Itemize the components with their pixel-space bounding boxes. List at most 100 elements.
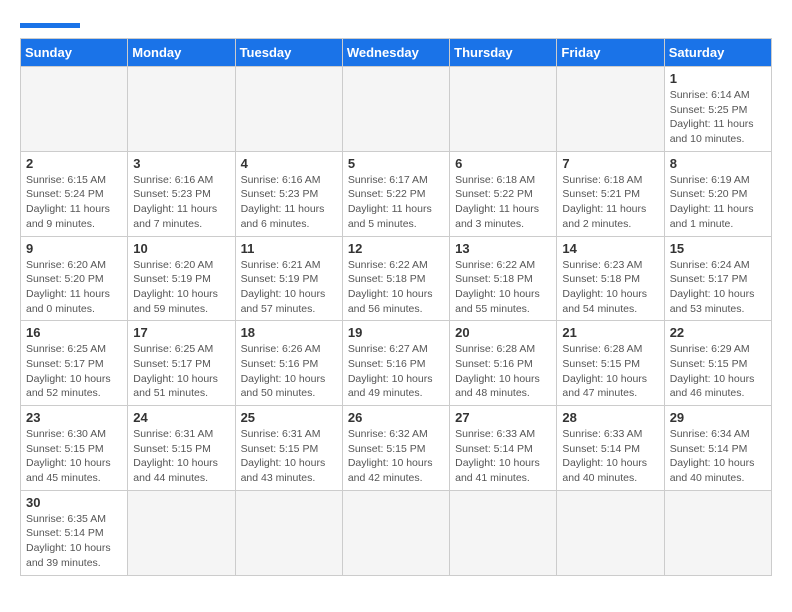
calendar-cell: 5Sunrise: 6:17 AM Sunset: 5:22 PM Daylig… — [342, 151, 449, 236]
calendar-cell — [128, 67, 235, 152]
day-number: 30 — [26, 495, 122, 510]
day-number: 19 — [348, 325, 444, 340]
calendar-cell: 18 Sunrise: 6:26 AM Sunset: 5:16 PM Dayli… — [235, 321, 342, 406]
week-row-6: 30 Sunrise: 6:35 AM Sunset: 5:14 PM Dayli… — [21, 490, 772, 575]
calendar-cell — [342, 67, 449, 152]
day-info: Sunrise: 6:30 AM Sunset: 5:15 PM Dayligh… — [26, 427, 122, 486]
logo — [20, 20, 80, 28]
day-number: 15 — [670, 241, 766, 256]
day-number: 14 — [562, 241, 658, 256]
weekday-header-sunday: Sunday — [21, 39, 128, 67]
calendar-table: SundayMondayTuesdayWednesdayThursdayFrid… — [20, 38, 772, 576]
calendar-cell — [450, 67, 557, 152]
day-info: Sunrise: 6:22 AM Sunset: 5:18 PM Dayligh… — [348, 258, 444, 317]
day-info: Sunrise: 6:24 AM Sunset: 5:17 PM Dayligh… — [670, 258, 766, 317]
calendar-cell: 29 Sunrise: 6:34 AM Sunset: 5:14 PM Dayli… — [664, 406, 771, 491]
day-number: 18 — [241, 325, 337, 340]
calendar-cell: 24 Sunrise: 6:31 AM Sunset: 5:15 PM Dayli… — [128, 406, 235, 491]
week-row-2: 2 Sunrise: 6:15 AM Sunset: 5:24 PM Daylig… — [21, 151, 772, 236]
weekday-header-saturday: Saturday — [664, 39, 771, 67]
calendar-cell: 1Sunrise: 6:14 AM Sunset: 5:25 PM Daylig… — [664, 67, 771, 152]
weekday-header-friday: Friday — [557, 39, 664, 67]
day-info: Sunrise: 6:19 AM Sunset: 5:20 PM Dayligh… — [670, 173, 766, 232]
day-info: Sunrise: 6:21 AM Sunset: 5:19 PM Dayligh… — [241, 258, 337, 317]
calendar-cell: 2 Sunrise: 6:15 AM Sunset: 5:24 PM Daylig… — [21, 151, 128, 236]
calendar-cell: 7Sunrise: 6:18 AM Sunset: 5:21 PM Daylig… — [557, 151, 664, 236]
day-number: 16 — [26, 325, 122, 340]
day-number: 29 — [670, 410, 766, 425]
day-info: Sunrise: 6:14 AM Sunset: 5:25 PM Dayligh… — [670, 88, 766, 147]
day-number: 26 — [348, 410, 444, 425]
calendar-cell: 26 Sunrise: 6:32 AM Sunset: 5:15 PM Dayli… — [342, 406, 449, 491]
day-info: Sunrise: 6:18 AM Sunset: 5:21 PM Dayligh… — [562, 173, 658, 232]
calendar-cell — [664, 490, 771, 575]
calendar-cell: 9 Sunrise: 6:20 AM Sunset: 5:20 PM Daylig… — [21, 236, 128, 321]
calendar-cell: 10Sunrise: 6:20 AM Sunset: 5:19 PM Dayli… — [128, 236, 235, 321]
calendar-cell: 8 Sunrise: 6:19 AM Sunset: 5:20 PM Daylig… — [664, 151, 771, 236]
page-header — [20, 20, 772, 28]
day-info: Sunrise: 6:16 AM Sunset: 5:23 PM Dayligh… — [133, 173, 229, 232]
calendar-cell — [450, 490, 557, 575]
day-number: 13 — [455, 241, 551, 256]
day-info: Sunrise: 6:26 AM Sunset: 5:16 PM Dayligh… — [241, 342, 337, 401]
day-info: Sunrise: 6:20 AM Sunset: 5:20 PM Dayligh… — [26, 258, 122, 317]
calendar-cell — [235, 67, 342, 152]
day-number: 4 — [241, 156, 337, 171]
day-info: Sunrise: 6:35 AM Sunset: 5:14 PM Dayligh… — [26, 512, 122, 571]
calendar-cell: 14 Sunrise: 6:23 AM Sunset: 5:18 PM Dayli… — [557, 236, 664, 321]
day-info: Sunrise: 6:25 AM Sunset: 5:17 PM Dayligh… — [133, 342, 229, 401]
day-number: 24 — [133, 410, 229, 425]
day-number: 9 — [26, 241, 122, 256]
day-number: 21 — [562, 325, 658, 340]
day-info: Sunrise: 6:34 AM Sunset: 5:14 PM Dayligh… — [670, 427, 766, 486]
day-number: 11 — [241, 241, 337, 256]
calendar-cell: 25Sunrise: 6:31 AM Sunset: 5:15 PM Dayli… — [235, 406, 342, 491]
day-info: Sunrise: 6:23 AM Sunset: 5:18 PM Dayligh… — [562, 258, 658, 317]
day-number: 2 — [26, 156, 122, 171]
calendar-cell: 22 Sunrise: 6:29 AM Sunset: 5:15 PM Dayli… — [664, 321, 771, 406]
calendar-cell — [128, 490, 235, 575]
week-row-5: 23Sunrise: 6:30 AM Sunset: 5:15 PM Dayli… — [21, 406, 772, 491]
day-number: 28 — [562, 410, 658, 425]
calendar-cell: 28 Sunrise: 6:33 AM Sunset: 5:14 PM Dayli… — [557, 406, 664, 491]
day-number: 8 — [670, 156, 766, 171]
day-number: 12 — [348, 241, 444, 256]
calendar-cell: 30 Sunrise: 6:35 AM Sunset: 5:14 PM Dayli… — [21, 490, 128, 575]
calendar-cell: 13 Sunrise: 6:22 AM Sunset: 5:18 PM Dayli… — [450, 236, 557, 321]
calendar-cell: 16 Sunrise: 6:25 AM Sunset: 5:17 PM Dayli… — [21, 321, 128, 406]
day-number: 17 — [133, 325, 229, 340]
day-number: 22 — [670, 325, 766, 340]
week-row-1: 1Sunrise: 6:14 AM Sunset: 5:25 PM Daylig… — [21, 67, 772, 152]
day-info: Sunrise: 6:31 AM Sunset: 5:15 PM Dayligh… — [133, 427, 229, 486]
calendar-body: 1Sunrise: 6:14 AM Sunset: 5:25 PM Daylig… — [21, 67, 772, 576]
day-number: 27 — [455, 410, 551, 425]
day-info: Sunrise: 6:29 AM Sunset: 5:15 PM Dayligh… — [670, 342, 766, 401]
calendar-cell: 17 Sunrise: 6:25 AM Sunset: 5:17 PM Dayli… — [128, 321, 235, 406]
day-info: Sunrise: 6:27 AM Sunset: 5:16 PM Dayligh… — [348, 342, 444, 401]
calendar-cell — [235, 490, 342, 575]
day-number: 25 — [241, 410, 337, 425]
weekday-row: SundayMondayTuesdayWednesdayThursdayFrid… — [21, 39, 772, 67]
calendar-cell: 11 Sunrise: 6:21 AM Sunset: 5:19 PM Dayli… — [235, 236, 342, 321]
day-info: Sunrise: 6:22 AM Sunset: 5:18 PM Dayligh… — [455, 258, 551, 317]
weekday-header-thursday: Thursday — [450, 39, 557, 67]
weekday-header-tuesday: Tuesday — [235, 39, 342, 67]
day-info: Sunrise: 6:33 AM Sunset: 5:14 PM Dayligh… — [562, 427, 658, 486]
calendar-cell: 4 Sunrise: 6:16 AM Sunset: 5:23 PM Daylig… — [235, 151, 342, 236]
calendar-cell: 15 Sunrise: 6:24 AM Sunset: 5:17 PM Dayli… — [664, 236, 771, 321]
day-info: Sunrise: 6:28 AM Sunset: 5:16 PM Dayligh… — [455, 342, 551, 401]
day-info: Sunrise: 6:15 AM Sunset: 5:24 PM Dayligh… — [26, 173, 122, 232]
calendar-cell: 23Sunrise: 6:30 AM Sunset: 5:15 PM Dayli… — [21, 406, 128, 491]
day-info: Sunrise: 6:18 AM Sunset: 5:22 PM Dayligh… — [455, 173, 551, 232]
day-number: 5 — [348, 156, 444, 171]
day-info: Sunrise: 6:25 AM Sunset: 5:17 PM Dayligh… — [26, 342, 122, 401]
calendar-cell: 27Sunrise: 6:33 AM Sunset: 5:14 PM Dayli… — [450, 406, 557, 491]
calendar-cell: 20Sunrise: 6:28 AM Sunset: 5:16 PM Dayli… — [450, 321, 557, 406]
day-info: Sunrise: 6:20 AM Sunset: 5:19 PM Dayligh… — [133, 258, 229, 317]
logo-bar — [20, 23, 80, 28]
weekday-header-wednesday: Wednesday — [342, 39, 449, 67]
calendar-cell — [21, 67, 128, 152]
day-info: Sunrise: 6:16 AM Sunset: 5:23 PM Dayligh… — [241, 173, 337, 232]
calendar-cell: 12 Sunrise: 6:22 AM Sunset: 5:18 PM Dayli… — [342, 236, 449, 321]
day-info: Sunrise: 6:32 AM Sunset: 5:15 PM Dayligh… — [348, 427, 444, 486]
